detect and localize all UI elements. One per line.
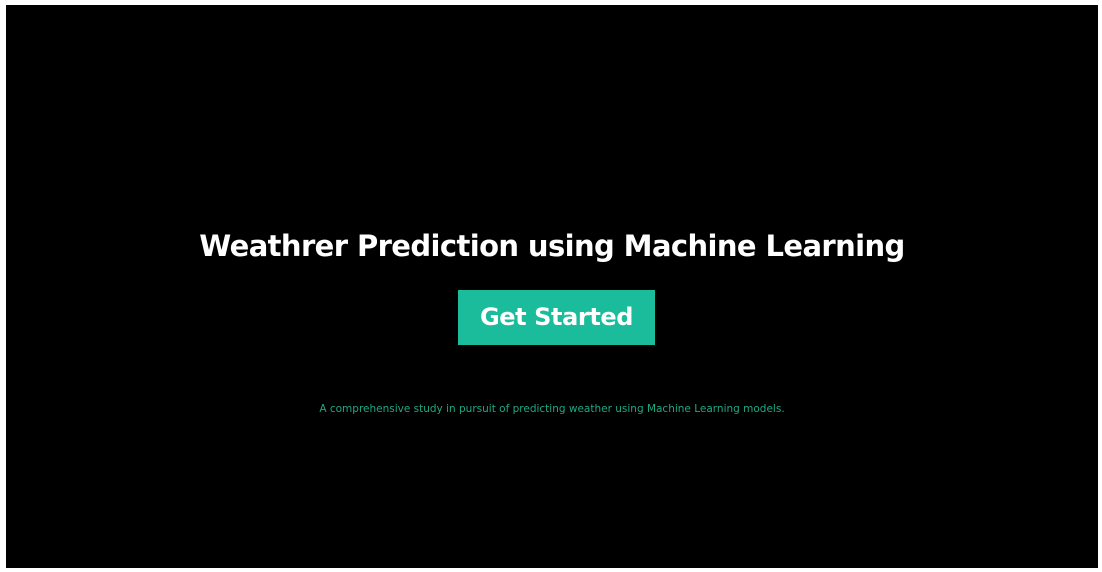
get-started-button[interactable]: Get Started (458, 290, 655, 345)
tagline: A comprehensive study in pursuit of pred… (319, 402, 785, 415)
page-title: Weathrer Prediction using Machine Learni… (199, 229, 905, 264)
landing-page: Weathrer Prediction using Machine Learni… (6, 5, 1098, 568)
